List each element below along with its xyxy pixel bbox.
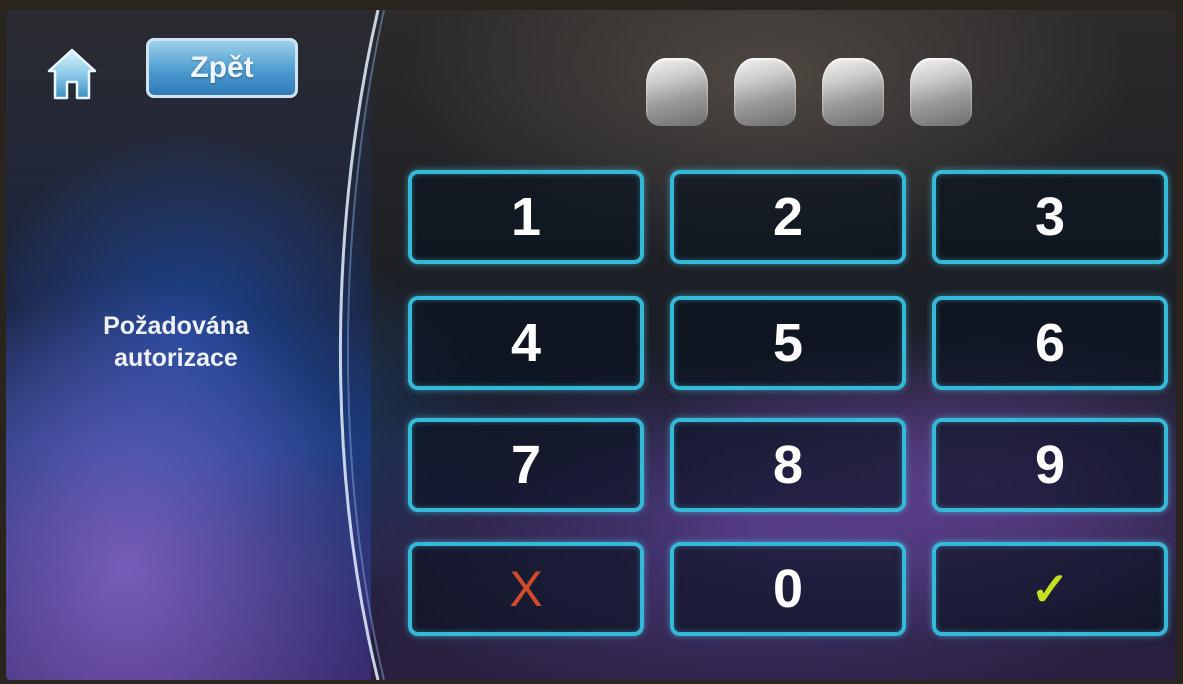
key-5[interactable]: 5: [670, 296, 906, 390]
keypad-screen: Zpět Požadována autorizace 1 2 3 4 5 6 7…: [6, 10, 1176, 680]
key-9[interactable]: 9: [932, 418, 1168, 512]
key-4[interactable]: 4: [408, 296, 644, 390]
pin-dot: [910, 58, 972, 126]
key-1[interactable]: 1: [408, 170, 644, 264]
home-button[interactable]: [46, 42, 98, 104]
key-7[interactable]: 7: [408, 418, 644, 512]
pin-dot: [646, 58, 708, 126]
key-2[interactable]: 2: [670, 170, 906, 264]
key-3[interactable]: 3: [932, 170, 1168, 264]
confirm-button[interactable]: ✓: [932, 542, 1168, 636]
back-button[interactable]: Zpět: [146, 38, 298, 98]
authorization-status: Požadována autorizace: [36, 310, 316, 374]
status-line-1: Požadována: [103, 312, 249, 340]
key-0[interactable]: 0: [670, 542, 906, 636]
pin-dot: [822, 58, 884, 126]
status-line-2: autorizace: [114, 344, 238, 372]
key-8[interactable]: 8: [670, 418, 906, 512]
key-6[interactable]: 6: [932, 296, 1168, 390]
home-icon: [47, 48, 97, 100]
pin-dot: [734, 58, 796, 126]
cancel-button[interactable]: X: [408, 542, 644, 636]
